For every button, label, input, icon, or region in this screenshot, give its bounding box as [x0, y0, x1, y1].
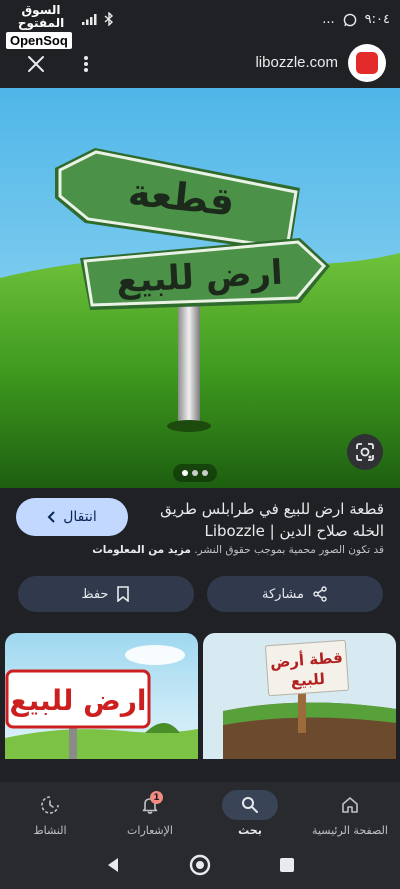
- learn-more-link[interactable]: مزيد من المعلومات: [92, 544, 191, 556]
- more-dots: ...: [322, 12, 335, 27]
- carousel-dot: [192, 470, 198, 476]
- nav-search-label: بحث: [238, 824, 262, 837]
- lens-search-button[interactable]: [347, 434, 383, 470]
- nav-search-icon-wrap: [222, 790, 278, 820]
- activity-icon: [41, 796, 59, 814]
- nav-notifications-label: الإشعارات: [127, 824, 173, 837]
- save-button[interactable]: حفظ: [18, 576, 194, 612]
- copyright-text: قد تكون الصور محمية بموجب حقوق النشر.: [194, 544, 384, 556]
- related-image[interactable]: ارض للبيع: [5, 633, 198, 759]
- nav-home-label: الصفحة الرئيسية: [312, 824, 388, 837]
- screen: السوق المفتوح OpenSoq ... ٩:٠٤ libozzle.…: [0, 0, 400, 889]
- system-navigation: [0, 842, 400, 889]
- nav-home-icon-wrap: [322, 790, 378, 820]
- brand-arabic: السوق المفتوح: [17, 3, 65, 30]
- site-logo[interactable]: [348, 44, 386, 82]
- notification-badge: 1: [150, 791, 163, 804]
- signal-icon: [82, 14, 97, 25]
- whatsapp-icon: [343, 13, 356, 26]
- related-image[interactable]: قطة أرض للبيع: [203, 633, 396, 759]
- related-image-land-sign: قطة أرض للبيع: [203, 633, 396, 759]
- close-button[interactable]: [24, 52, 48, 76]
- chevron-left-icon: [47, 511, 55, 523]
- nav-activity[interactable]: النشاط: [0, 782, 100, 842]
- visit-label: انتقال: [63, 509, 97, 525]
- carousel-dot: [182, 470, 188, 476]
- nav-search[interactable]: بحث: [200, 782, 300, 842]
- more-options-button[interactable]: [78, 52, 94, 76]
- close-icon: [28, 56, 44, 72]
- clock: ٩:٠٤: [364, 12, 390, 27]
- bluetooth-icon: [104, 12, 114, 26]
- save-label: حفظ: [81, 586, 109, 602]
- site-logo-mark: [356, 52, 378, 74]
- share-label: مشاركة: [262, 586, 304, 602]
- nav-notifications[interactable]: 1 الإشعارات: [100, 782, 200, 842]
- copyright-notice: قد تكون الصور محمية بموجب حقوق النشر. مز…: [14, 544, 384, 556]
- related-left-sign-text: ارض للبيع: [9, 684, 146, 717]
- bottom-navigation: الصفحة الرئيسية بحث 1 الإشعارات النشاط: [0, 782, 400, 842]
- related-right-sign-line2: للبيع: [290, 670, 325, 690]
- recents-icon[interactable]: [279, 857, 295, 873]
- source-domain[interactable]: libozzle.com: [255, 54, 338, 71]
- status-right: ... ٩:٠٤: [322, 12, 390, 27]
- home-circle-icon[interactable]: [189, 854, 211, 876]
- lens-icon: [356, 443, 374, 461]
- main-image[interactable]: قطعة ارض للبيع: [0, 88, 400, 488]
- nav-activity-icon-wrap: [22, 790, 78, 820]
- more-vert-icon: [84, 56, 88, 72]
- home-icon: [342, 797, 358, 813]
- status-bar: السوق المفتوح OpenSoq ... ٩:٠٤: [0, 0, 400, 49]
- status-icons: [82, 12, 114, 26]
- back-icon[interactable]: [104, 856, 122, 874]
- related-image-sale-sign: ارض للبيع: [5, 633, 198, 759]
- bookmark-icon: [117, 586, 130, 602]
- visit-button[interactable]: انتقال: [16, 498, 128, 536]
- share-button[interactable]: مشاركة: [207, 576, 383, 612]
- share-icon: [313, 586, 327, 602]
- nav-home[interactable]: الصفحة الرئيسية: [300, 782, 400, 842]
- nav-notifications-icon-wrap: 1: [122, 790, 178, 820]
- nav-activity-label: النشاط: [33, 824, 67, 837]
- carousel-indicator: [173, 464, 217, 482]
- search-icon: [242, 797, 258, 813]
- land-for-sale-sign-image: قطعة ارض للبيع: [0, 88, 400, 488]
- top-bar: libozzle.com: [0, 40, 400, 88]
- carousel-dot: [202, 470, 208, 476]
- result-title[interactable]: قطعة ارض للبيع في طرابلس طريق الخله صلاح…: [134, 498, 384, 542]
